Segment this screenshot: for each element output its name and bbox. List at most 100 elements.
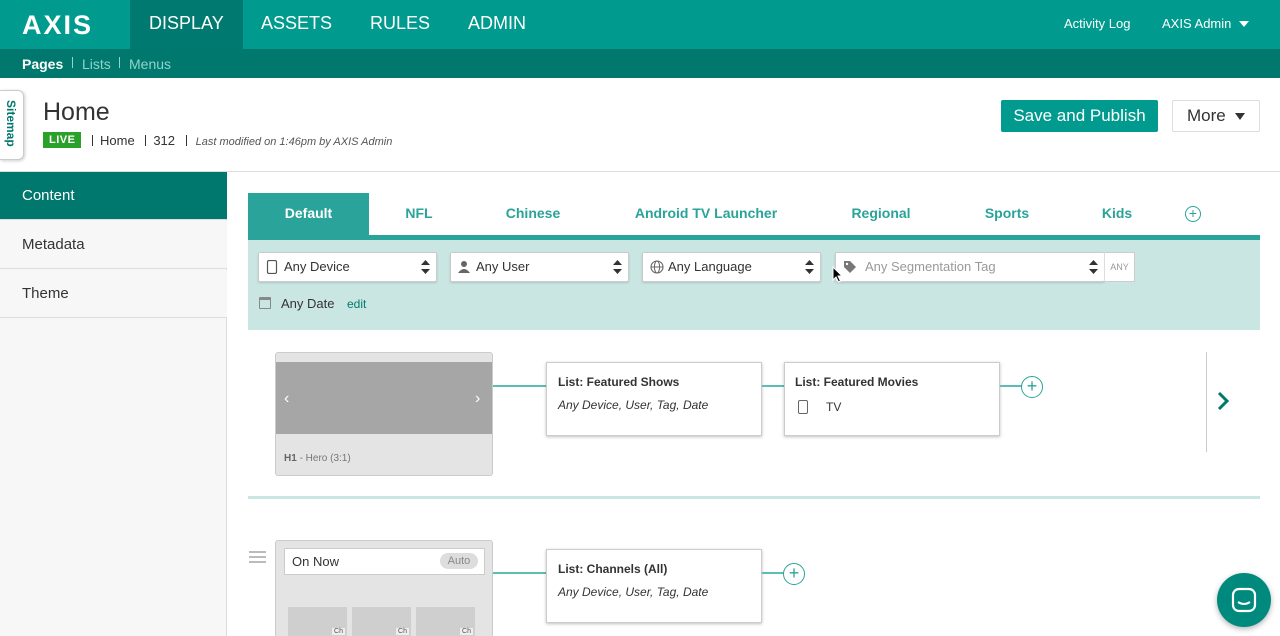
user-select-value: Any User xyxy=(476,259,530,274)
page-title: Home xyxy=(43,98,110,126)
tab-sports[interactable]: Sports xyxy=(972,193,1042,235)
channel-thumbnail: Ch xyxy=(352,607,411,636)
tag-icon xyxy=(844,261,856,273)
segmentation-tag-select[interactable]: Any Segmentation Tag xyxy=(835,252,1105,282)
add-list-icon[interactable]: + xyxy=(783,563,805,585)
updown-arrows-icon xyxy=(613,260,622,274)
connector-line xyxy=(1000,385,1022,387)
caret-down-icon xyxy=(1235,113,1245,120)
list-subtitle: Any Device, User, Tag, Date xyxy=(558,585,709,599)
sitemap-tab-label: Sitemap xyxy=(4,100,18,147)
nav-rules[interactable]: RULES xyxy=(351,0,449,49)
nav-assets[interactable]: ASSETS xyxy=(242,0,351,49)
channel-thumbnail: Ch xyxy=(288,607,347,636)
any-toggle[interactable]: ANY xyxy=(1104,252,1135,282)
activity-log-link[interactable]: Activity Log xyxy=(1064,0,1130,49)
hero-code: H1 xyxy=(284,453,297,464)
list-title: List: Channels (All) xyxy=(558,562,668,576)
drag-handle-icon[interactable] xyxy=(249,551,266,563)
auto-badge[interactable]: Auto xyxy=(440,553,478,569)
user-menu[interactable]: AXIS Admin xyxy=(1162,0,1250,49)
subnav-divider xyxy=(119,57,120,68)
connector-line xyxy=(762,385,784,387)
edit-date-link[interactable]: edit xyxy=(347,297,366,311)
sidebar-item-theme[interactable]: Theme xyxy=(0,270,227,318)
more-dropdown-button[interactable]: More xyxy=(1172,100,1260,132)
status-badge: LIVE xyxy=(43,132,82,148)
chevron-right-icon[interactable]: › xyxy=(475,390,480,408)
list-card-featured-movies[interactable] xyxy=(784,362,1000,436)
subnav-pages[interactable]: Pages xyxy=(22,56,63,72)
row-scroll-divider xyxy=(1206,352,1207,452)
updown-arrows-icon xyxy=(805,260,814,274)
list-title: List: Featured Movies xyxy=(795,375,919,389)
meta-divider xyxy=(145,135,147,146)
user-select[interactable]: Any User xyxy=(450,252,629,282)
channel-thumb-label: Ch xyxy=(460,628,473,635)
globe-icon xyxy=(650,260,664,274)
list-title: List: Featured Shows xyxy=(558,375,680,389)
hero-name: - Hero (3:1) xyxy=(296,453,351,464)
device-select-value: Any Device xyxy=(284,259,350,274)
add-tab-icon[interactable]: + xyxy=(1185,206,1201,222)
device-label: TV xyxy=(826,400,842,414)
channel-thumb-label: Ch xyxy=(396,628,409,635)
list-subtitle: Any Device, User, Tag, Date xyxy=(558,398,709,412)
more-label: More xyxy=(1187,106,1226,125)
sub-navigation-bar: Pages Lists Menus xyxy=(0,49,1280,78)
chat-icon xyxy=(1231,587,1257,613)
channel-thumb-label: Ch xyxy=(332,628,345,635)
language-select[interactable]: Any Language xyxy=(642,252,821,282)
date-filter-value: Any Date xyxy=(281,296,335,311)
device-icon xyxy=(266,260,278,274)
content-divider xyxy=(227,171,1280,172)
tab-chinese[interactable]: Chinese xyxy=(490,193,576,235)
connector-line xyxy=(493,572,547,574)
tv-device-icon xyxy=(798,400,808,414)
tab-default[interactable]: Default xyxy=(248,193,369,235)
nav-admin[interactable]: ADMIN xyxy=(449,0,545,49)
page-name: Home xyxy=(100,133,135,148)
sidebar-item-content[interactable]: Content xyxy=(0,172,227,220)
top-navigation-bar: AXIS DISPLAY ASSETS RULES ADMIN Activity… xyxy=(0,0,1280,49)
nav-display[interactable]: DISPLAY xyxy=(130,0,243,49)
sidebar-item-metadata[interactable]: Metadata xyxy=(0,221,227,269)
page-meta: Home 312 Last modified on 1:46pm by AXIS… xyxy=(92,133,392,148)
subnav-menus[interactable]: Menus xyxy=(129,56,171,72)
page-id: 312 xyxy=(153,133,176,148)
device-select[interactable]: Any Device xyxy=(258,252,437,282)
updown-arrows-icon xyxy=(421,260,430,274)
chevron-left-icon[interactable]: ‹ xyxy=(284,390,289,408)
hero-image-placeholder xyxy=(276,362,492,434)
subnav-divider xyxy=(72,57,73,68)
save-and-publish-button[interactable]: Save and Publish xyxy=(1001,100,1158,132)
chevron-right-icon[interactable] xyxy=(1216,388,1230,414)
meta-divider xyxy=(185,135,187,146)
user-name: AXIS Admin xyxy=(1162,16,1232,31)
chevron-down-icon xyxy=(1239,21,1250,27)
chat-button[interactable] xyxy=(1217,573,1271,627)
connector-line xyxy=(762,572,784,574)
last-modified: Last modified on 1:46pm by AXIS Admin xyxy=(195,136,393,148)
subnav-lists[interactable]: Lists xyxy=(82,56,111,72)
hero-module-label: H1 - Hero (3:1) xyxy=(284,453,351,464)
segmentation-tag-placeholder: Any Segmentation Tag xyxy=(865,259,996,274)
tab-kids[interactable]: Kids xyxy=(1092,193,1142,235)
add-list-icon[interactable]: + xyxy=(1021,376,1043,398)
row-separator xyxy=(248,496,1260,499)
updown-arrows-icon xyxy=(1089,260,1098,274)
channel-thumbnail: Ch xyxy=(416,607,475,636)
date-filter: Any Date xyxy=(259,296,334,311)
calendar-icon xyxy=(259,297,271,309)
left-sidebar: Content Metadata Theme xyxy=(0,171,227,636)
user-icon xyxy=(458,261,470,273)
connector-line xyxy=(493,385,547,387)
language-select-value: Any Language xyxy=(668,259,752,274)
tab-regional[interactable]: Regional xyxy=(836,193,926,235)
mouse-cursor-icon xyxy=(832,266,844,283)
axis-logo[interactable]: AXIS xyxy=(22,10,93,41)
meta-divider xyxy=(92,135,93,146)
tab-nfl[interactable]: NFL xyxy=(384,193,454,235)
tab-android-tv-launcher[interactable]: Android TV Launcher xyxy=(622,193,790,235)
sitemap-tab[interactable]: Sitemap xyxy=(0,90,24,160)
